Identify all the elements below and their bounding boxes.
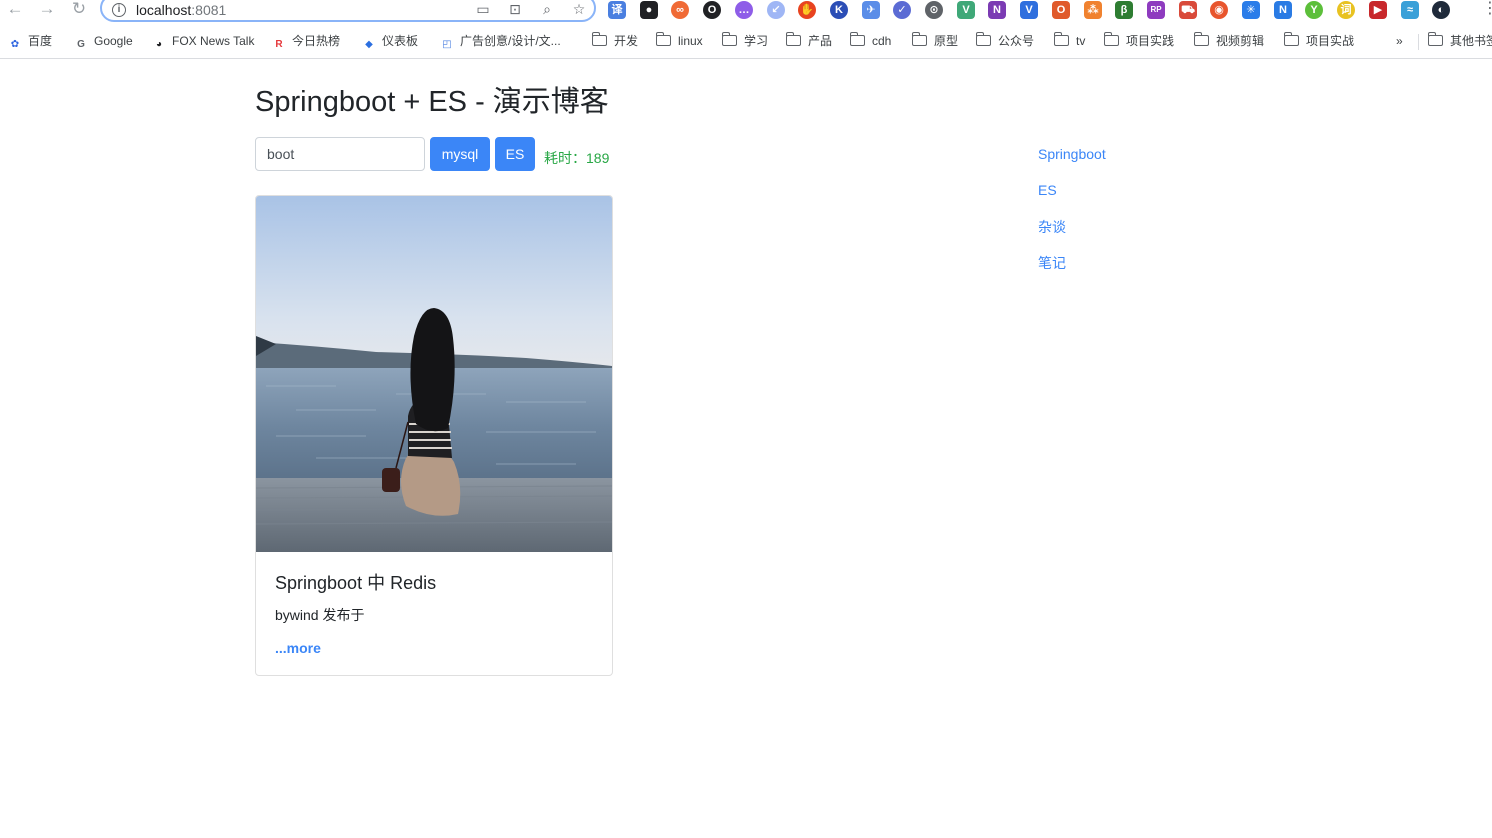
- globe-icon: ◕: [155, 39, 163, 50]
- folder-icon: [1103, 32, 1119, 46]
- bookmark-item[interactable]: R 今日热榜: [272, 32, 340, 50]
- new-extension-icon[interactable]: N: [1274, 1, 1292, 19]
- folder-icon: [975, 32, 991, 46]
- translate-icon[interactable]: 译: [608, 1, 626, 19]
- folder-icon: [785, 32, 801, 46]
- folder-icon: [591, 32, 607, 46]
- bookmark-folder[interactable]: 学习: [721, 32, 768, 50]
- search-input[interactable]: [255, 137, 425, 171]
- rp-extension-icon[interactable]: RP: [1147, 1, 1165, 19]
- v-extension-icon[interactable]: V: [1020, 1, 1038, 19]
- post-meta: bywind 发布于: [275, 607, 365, 623]
- video-extension-icon[interactable]: ▶: [1369, 1, 1387, 19]
- post-author: bywind: [275, 607, 319, 623]
- folder-icon: [1427, 32, 1443, 46]
- b-extension-icon[interactable]: β: [1115, 1, 1133, 19]
- folder-icon: [911, 32, 927, 46]
- bookmark-folder[interactable]: 项目实战: [1283, 32, 1354, 50]
- category-link-chat[interactable]: 杂谈: [1038, 217, 1066, 237]
- bookmark-folder[interactable]: 开发: [591, 32, 638, 50]
- bookmark-item[interactable]: ◕ FOX News Talk: [152, 32, 255, 50]
- ghost-extension-icon[interactable]: ●: [640, 1, 658, 19]
- bookmarks-overflow-button[interactable]: »: [1396, 32, 1403, 50]
- bookmark-item[interactable]: ✿ 百度: [8, 32, 52, 50]
- profile-avatar-icon[interactable]: ◐: [1432, 1, 1450, 19]
- ring-extension-icon[interactable]: O: [703, 1, 721, 19]
- folder-icon: [1193, 32, 1209, 46]
- bookmark-item[interactable]: ◆ 仪表板: [362, 32, 418, 50]
- translate-page-icon[interactable]: ⊡: [506, 0, 524, 18]
- bookmarks-separator: [1418, 34, 1419, 50]
- bookmarks-bar: ✿ 百度 G Google ◕ FOX News Talk R 今日热榜 ◆ 仪表板 ◰ 广告创意/设…: [0, 28, 1492, 54]
- bookmark-folder[interactable]: 项目实践: [1103, 32, 1174, 50]
- bookmark-star-icon[interactable]: ☆: [570, 0, 588, 18]
- folder-icon: [655, 32, 671, 46]
- code-extension-icon[interactable]: ⊙: [925, 1, 943, 19]
- folder-icon: [849, 32, 865, 46]
- category-link-es[interactable]: ES: [1038, 182, 1057, 198]
- folder-icon: [1053, 32, 1069, 46]
- chart-extension-icon[interactable]: ≈: [1401, 1, 1419, 19]
- car-extension-icon[interactable]: ⛟: [1179, 1, 1197, 19]
- network-extension-icon[interactable]: ⁂: [1084, 1, 1102, 19]
- adblock-extension-icon[interactable]: ✋: [798, 1, 816, 19]
- forward-arrow-icon[interactable]: →: [36, 0, 58, 20]
- bird-extension-icon[interactable]: ✈: [862, 1, 880, 19]
- onenote-extension-icon[interactable]: N: [988, 1, 1006, 19]
- r-icon: R: [275, 39, 283, 50]
- back-arrow-icon[interactable]: ←: [4, 0, 26, 20]
- bookmark-item[interactable]: G Google: [74, 32, 133, 50]
- reload-icon[interactable]: ↻: [68, 0, 90, 20]
- cast-icon[interactable]: ▭: [474, 0, 492, 18]
- post-cover-image[interactable]: [256, 196, 612, 552]
- folder-icon: [721, 32, 737, 46]
- address-url[interactable]: localhost:8081: [136, 2, 226, 18]
- bookmark-item[interactable]: ◰ 广告创意/设计/文...: [440, 32, 560, 50]
- elapsed-time: 耗时：189: [544, 150, 610, 166]
- elapsed-value: 189: [586, 150, 610, 166]
- baidu-icon: ✿: [10, 39, 20, 50]
- site-info-icon[interactable]: i: [112, 3, 126, 17]
- page-title: Springboot + ES - 演示博客: [255, 86, 609, 118]
- dots-extension-icon[interactable]: …: [735, 1, 753, 19]
- browser-menu-icon[interactable]: ⋮: [1482, 0, 1492, 20]
- folder-icon: [1283, 32, 1299, 46]
- address-bar[interactable]: i localhost:8081 ▭ ⊡ ⌕ ☆: [100, 0, 596, 22]
- bookmark-folder[interactable]: 视频剪辑: [1193, 32, 1264, 50]
- chrome-divider: [0, 58, 1492, 59]
- k-extension-icon[interactable]: K: [830, 1, 848, 19]
- bookmark-folder[interactable]: tv: [1053, 32, 1085, 50]
- browser-toolbar: ← → ↻ i localhost:8081 ▭ ⊡ ⌕ ☆ 译 ● ∞ O … ↙ ✋ K ✈…: [0, 0, 1492, 24]
- post-more-link[interactable]: ...more: [275, 640, 321, 656]
- square-icon: ◰: [442, 39, 452, 50]
- google-icon: G: [77, 39, 85, 50]
- infinity-extension-icon[interactable]: ∞: [671, 1, 689, 19]
- vue-extension-icon[interactable]: V: [957, 1, 975, 19]
- category-link-springboot[interactable]: Springboot: [1038, 146, 1106, 162]
- es-search-button[interactable]: ES: [495, 137, 535, 171]
- office-extension-icon[interactable]: O: [1052, 1, 1070, 19]
- category-link-notes[interactable]: 笔记: [1038, 253, 1066, 273]
- star-extension-icon[interactable]: ✳: [1242, 1, 1260, 19]
- mysql-search-button[interactable]: mysql: [430, 137, 490, 171]
- weibo-extension-icon[interactable]: ◉: [1210, 1, 1228, 19]
- bookmark-folder[interactable]: cdh: [849, 32, 891, 50]
- post-card: Springboot 中 Redis bywind 发布于 ...more: [255, 195, 613, 676]
- arrow-extension-icon[interactable]: ↙: [767, 1, 785, 19]
- zoom-icon[interactable]: ⌕: [538, 0, 556, 18]
- bookmark-folder[interactable]: 公众号: [975, 32, 1034, 50]
- bookmark-folder[interactable]: linux: [655, 32, 703, 50]
- check-extension-icon[interactable]: ✓: [893, 1, 911, 19]
- diamond-icon: ◆: [365, 39, 373, 50]
- other-bookmarks-folder[interactable]: 其他书签: [1427, 32, 1492, 50]
- y-extension-icon[interactable]: Y: [1305, 1, 1323, 19]
- dict-extension-icon[interactable]: 词: [1337, 1, 1355, 19]
- bookmark-folder[interactable]: 产品: [785, 32, 832, 50]
- bookmark-folder[interactable]: 原型: [911, 32, 958, 50]
- post-title[interactable]: Springboot 中 Redis: [275, 569, 436, 595]
